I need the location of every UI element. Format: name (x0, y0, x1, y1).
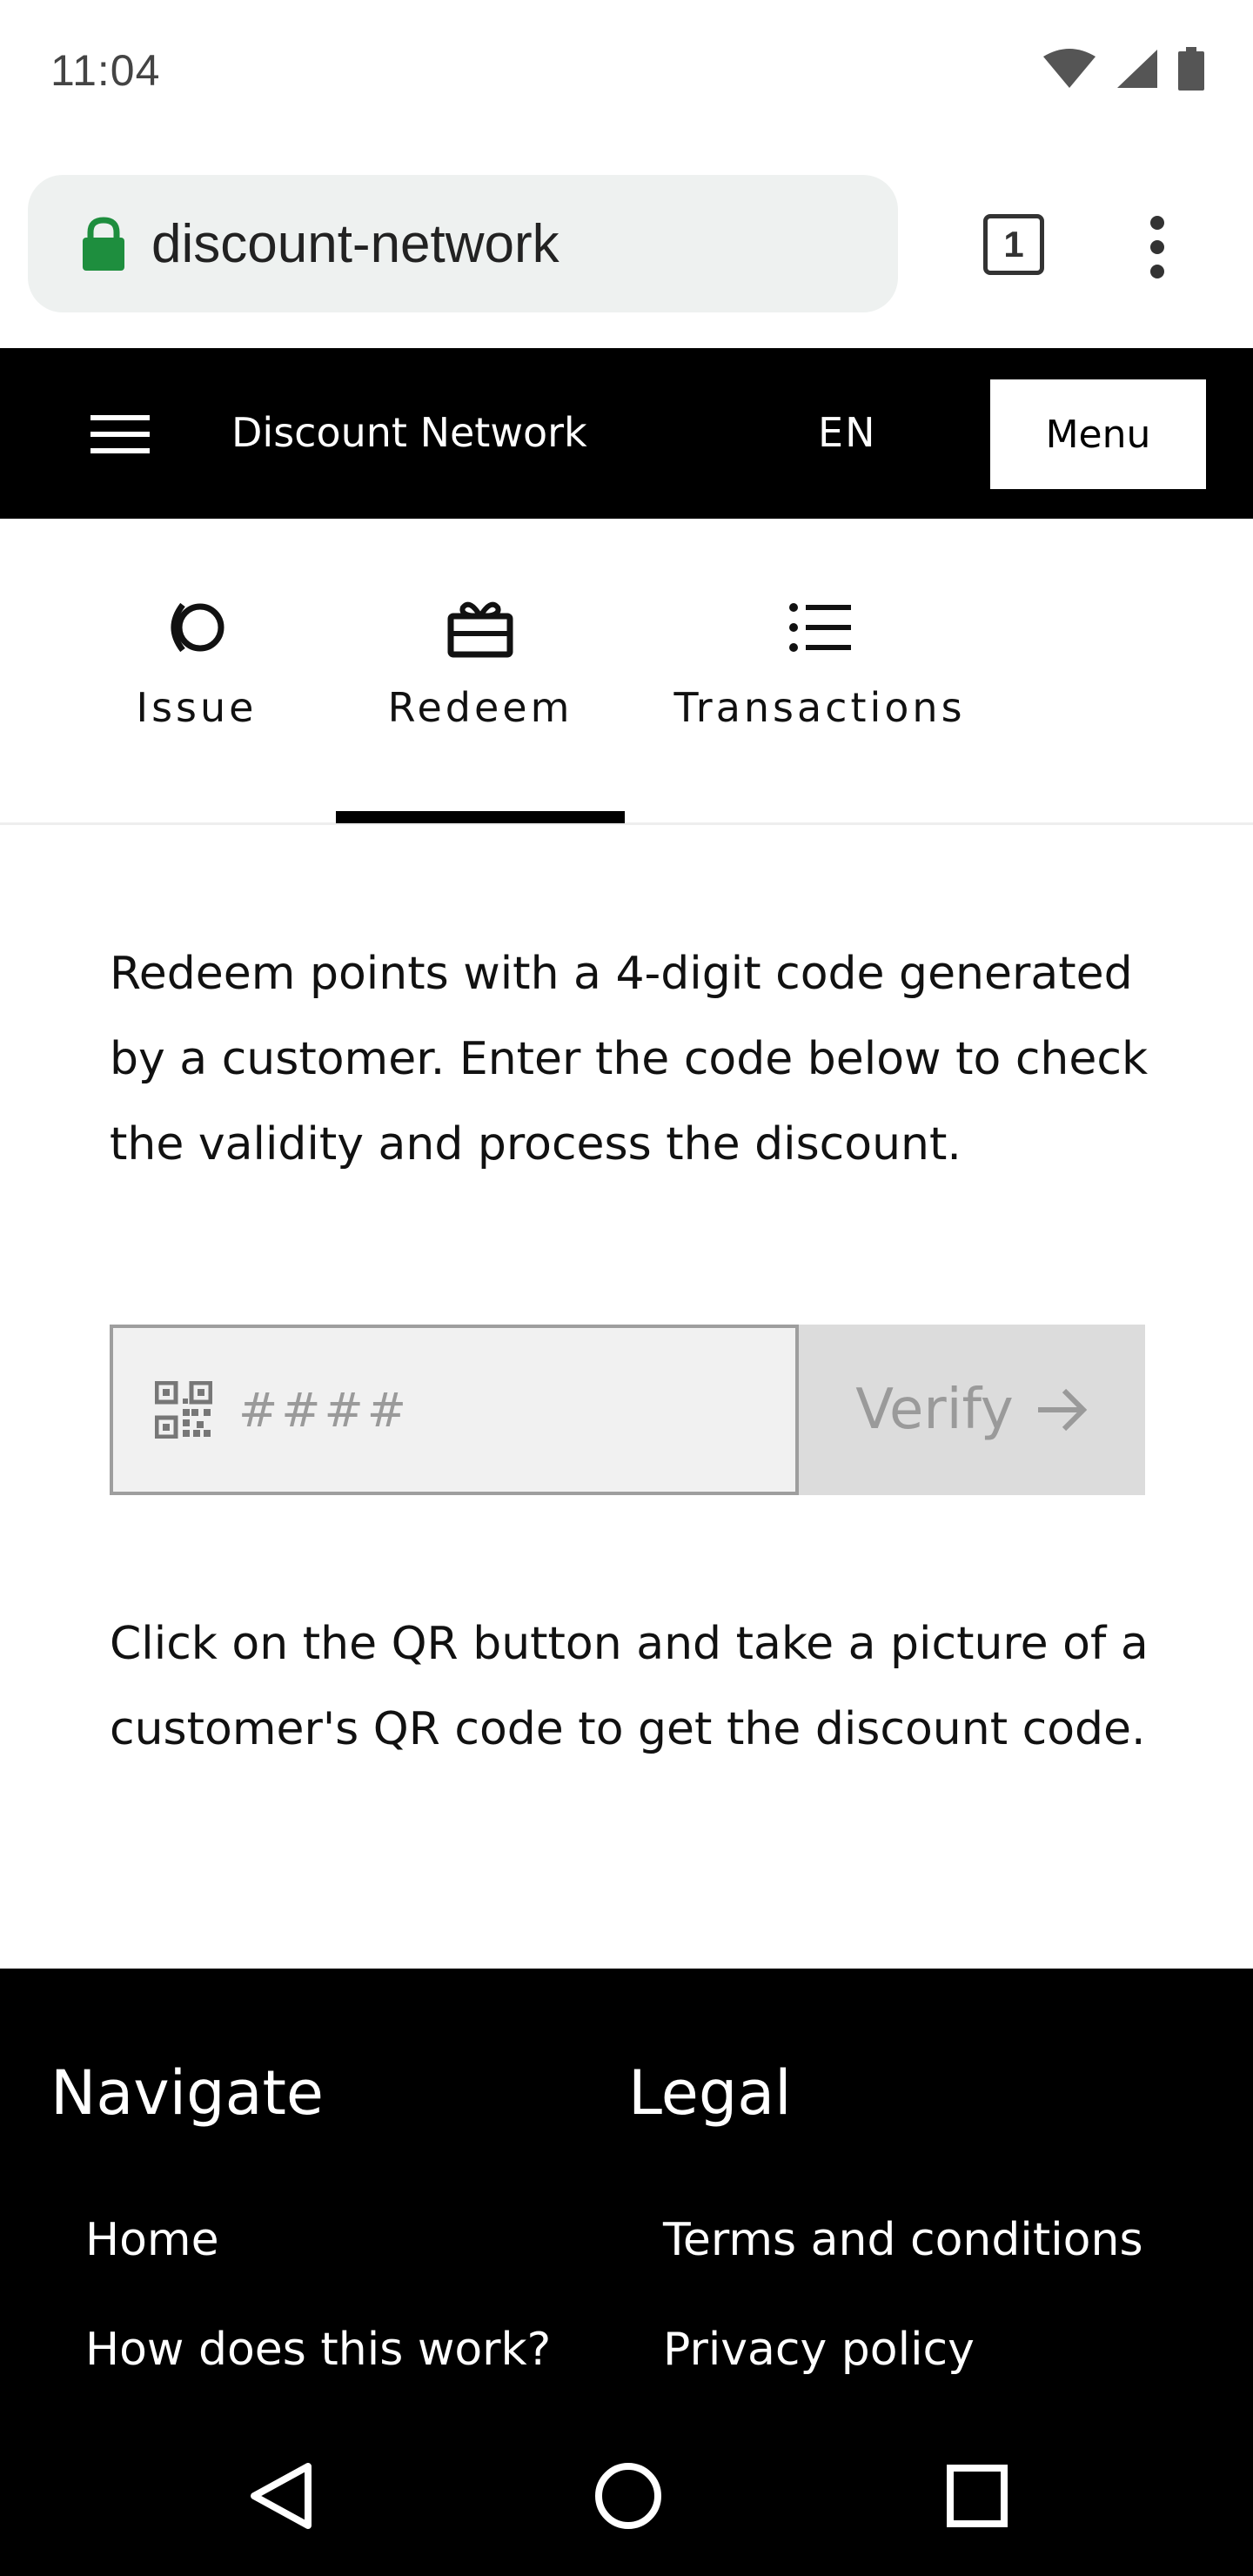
footer-link-privacy[interactable]: Privacy policy (663, 2324, 975, 2376)
discount-code-input[interactable] (237, 1381, 724, 1439)
status-bar: 11:04 (0, 0, 1253, 146)
tab-issue[interactable]: Issue (127, 519, 266, 825)
code-form: Verify (110, 1325, 1145, 1495)
verify-button[interactable]: Verify (799, 1325, 1145, 1495)
gift-icon (447, 601, 513, 658)
language-selector[interactable]: EN (818, 409, 876, 456)
footer-link-terms[interactable]: Terms and conditions (663, 2214, 1143, 2266)
redeem-panel: Redeem points with a 4-digit code genera… (110, 931, 1171, 1755)
tab-bar: Issue Redeem Transactions (0, 519, 1253, 825)
list-icon (789, 603, 851, 652)
recents-icon[interactable] (947, 2461, 1008, 2531)
android-nav-bar (0, 2421, 1253, 2576)
site-header: Discount Network EN Menu (0, 348, 1253, 519)
home-icon[interactable] (593, 2461, 663, 2531)
hamburger-icon[interactable] (90, 415, 150, 453)
redeem-instructions: Redeem points with a 4-digit code genera… (110, 948, 1149, 1171)
footer-heading-legal: Legal (628, 2057, 792, 2129)
more-vert-icon[interactable] (1140, 212, 1175, 282)
qr-code-icon[interactable] (155, 1381, 212, 1439)
footer-heading-navigate: Navigate (50, 2057, 324, 2129)
status-icons (1042, 47, 1204, 91)
battery-icon (1178, 47, 1204, 91)
site-name[interactable]: Discount Network (231, 409, 587, 456)
tab-label: Issue (136, 684, 258, 731)
code-field[interactable] (110, 1325, 799, 1495)
issue-icon (171, 602, 224, 653)
footer-link-home[interactable]: Home (85, 2214, 219, 2266)
address-bar[interactable]: discount-network (28, 175, 898, 312)
tab-redeem[interactable]: Redeem (369, 519, 592, 825)
signal-icon (1117, 50, 1157, 88)
browser-toolbar: discount-network 1 (0, 146, 1253, 348)
url-text: discount-network (151, 213, 559, 274)
back-icon[interactable] (249, 2461, 313, 2531)
verify-label: Verify (855, 1378, 1014, 1442)
arrow-right-icon (1037, 1388, 1088, 1432)
tab-label: Redeem (387, 684, 573, 731)
qr-instructions: Click on the QR button and take a pictur… (110, 1618, 1149, 1755)
menu-button[interactable]: Menu (990, 379, 1206, 489)
site-footer: Navigate Home How does this work? Legal … (0, 1969, 1253, 2421)
active-tab-indicator (336, 811, 625, 823)
tab-transactions[interactable]: Transactions (667, 519, 973, 825)
footer-link-how-it-works[interactable]: How does this work? (85, 2324, 551, 2376)
tab-label: Transactions (673, 684, 966, 731)
tab-switcher-button[interactable]: 1 (983, 214, 1044, 275)
wifi-icon (1043, 49, 1096, 88)
status-time: 11:04 (50, 46, 161, 95)
lock-icon (83, 217, 124, 271)
